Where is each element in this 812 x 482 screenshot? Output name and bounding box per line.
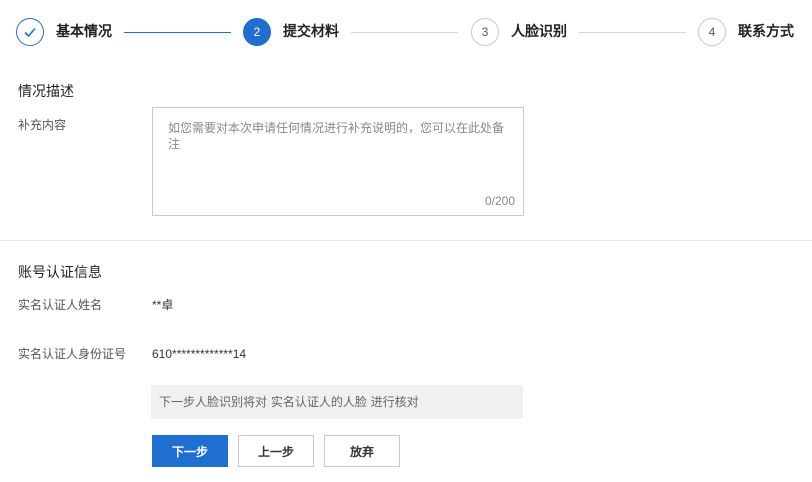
id-label: 实名认证人身份证号 [18, 347, 127, 361]
name-value: **卓 [152, 298, 174, 312]
step-3-label: 人脸识别 [511, 24, 567, 40]
account-section-title: 账号认证信息 [18, 265, 102, 281]
next-step-button[interactable]: 下一步 [152, 435, 228, 467]
step-connector-3 [579, 32, 686, 33]
id-value: 610*************14 [152, 347, 247, 361]
step-3-number: 3 [471, 18, 499, 46]
step-1-check-icon [16, 18, 44, 46]
supplement-textarea-wrapper: 0/200 [152, 107, 524, 216]
supplement-label: 补充内容 [18, 118, 67, 132]
step-1-label: 基本情况 [56, 24, 112, 40]
face-recognition-notice: 下一步人脸识别将对 实名认证人的人脸 进行核对 [151, 385, 523, 419]
section-divider [0, 240, 812, 241]
progress-steps: 基本情况 2 提交材料 3 人脸识别 4 联系方式 [0, 0, 812, 66]
check-icon [24, 27, 36, 38]
char-count: 0/200 [484, 194, 515, 208]
description-section-title: 情况描述 [18, 84, 74, 100]
abandon-button[interactable]: 放弃 [324, 435, 400, 467]
step-connector-2 [351, 32, 458, 33]
supplement-textarea[interactable] [153, 108, 523, 215]
step-2-number: 2 [243, 18, 271, 46]
previous-step-button[interactable]: 上一步 [238, 435, 314, 467]
step-2-label: 提交材料 [283, 24, 339, 40]
step-4-label: 联系方式 [738, 24, 794, 40]
step-4-number: 4 [698, 18, 726, 46]
step-connector-1 [124, 32, 231, 33]
name-label: 实名认证人姓名 [18, 298, 103, 312]
